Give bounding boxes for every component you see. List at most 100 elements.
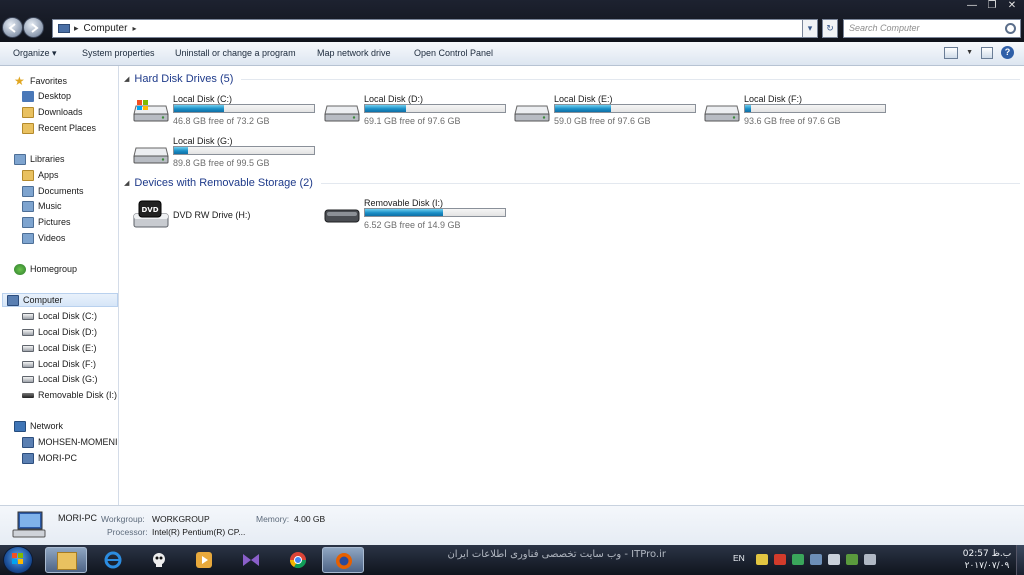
usage-bar-fill xyxy=(365,209,444,216)
organize-button[interactable]: Organize ▾ xyxy=(13,48,57,59)
nav-downloads[interactable]: Downloads xyxy=(22,105,83,119)
nav-local-disk-e[interactable]: Local Disk (E:) xyxy=(22,341,97,355)
drive-tile-local-disk[interactable]: Local Disk (C:) 46.8 GB free of 73.2 GB xyxy=(133,94,319,132)
drive-tile-local-disk[interactable]: Local Disk (D:) 69.1 GB free of 97.6 GB xyxy=(324,94,510,132)
usage-bar-fill xyxy=(174,147,188,154)
nav-local-disk-g[interactable]: Local Disk (G:) xyxy=(22,372,98,386)
nav-network-pc-mohsen[interactable]: MOHSEN-MOMENI xyxy=(22,435,118,449)
change-view-icon[interactable] xyxy=(944,46,959,59)
collapse-icon[interactable]: ◢ xyxy=(124,75,129,83)
open-control-panel-button[interactable]: Open Control Panel xyxy=(414,48,493,58)
start-button[interactable] xyxy=(3,546,33,574)
usb-drive-icon xyxy=(22,392,34,398)
nav-local-disk-f[interactable]: Local Disk (F:) xyxy=(22,357,96,371)
preview-pane-icon[interactable] xyxy=(981,46,993,59)
tray-icon-4[interactable] xyxy=(810,554,822,565)
media-player-icon xyxy=(196,552,212,568)
nav-desktop[interactable]: Desktop xyxy=(22,89,71,103)
pictures-icon xyxy=(22,216,34,228)
map-network-drive-button[interactable]: Map network drive xyxy=(317,48,391,58)
computer-icon xyxy=(7,294,19,306)
tray-icon-2[interactable] xyxy=(774,554,786,565)
nav-libraries[interactable]: Libraries xyxy=(14,152,65,166)
clock[interactable]: 02:57 ب.ظ ۲۰۱۷/۰۷/۰۹ xyxy=(959,548,1015,572)
nav-homegroup[interactable]: Homegroup xyxy=(14,262,77,276)
back-arrow-icon xyxy=(8,23,16,33)
nav-buttons xyxy=(2,17,48,39)
drive-tile-local-disk[interactable]: Local Disk (E:) 59.0 GB free of 97.6 GB xyxy=(514,94,700,132)
breadcrumb-computer[interactable]: Computer xyxy=(84,23,128,34)
taskbar-chrome[interactable] xyxy=(277,547,319,573)
nav-documents[interactable]: Documents xyxy=(22,184,84,198)
nav-music[interactable]: Music xyxy=(22,199,62,213)
tray-icon-3[interactable] xyxy=(792,554,804,565)
taskbar-media-player[interactable] xyxy=(183,547,225,573)
drive-icon xyxy=(22,360,34,368)
nav-recent-places[interactable]: Recent Places xyxy=(22,121,96,135)
view-options-dropdown[interactable]: ▼ xyxy=(966,49,973,56)
group-header-hard-disks[interactable]: ◢ Hard Disk Drives (5) xyxy=(124,73,1020,85)
recent-locations-button[interactable]: ▾ xyxy=(802,19,818,38)
taskbar-explorer[interactable] xyxy=(45,547,87,573)
taskbar-app-3[interactable] xyxy=(138,547,180,573)
tray-icon-1[interactable] xyxy=(756,554,768,565)
hard-drive-icon xyxy=(324,105,360,122)
computer-icon xyxy=(12,511,46,538)
navigation-pane: ★ Favorites Desktop Downloads Recent Plac… xyxy=(0,66,119,505)
taskbar-visual-studio[interactable] xyxy=(230,547,272,573)
nav-local-disk-c[interactable]: Local Disk (C:) xyxy=(22,309,97,323)
drive-tile-dvd-h[interactable]: DVD DVD RW Drive (H:) xyxy=(133,198,319,236)
nav-apps[interactable]: Apps xyxy=(22,168,59,182)
drive-tile-removable-i[interactable]: Removable Disk (I:) 6.52 GB free of 14.9… xyxy=(324,198,510,236)
svg-text:DVD: DVD xyxy=(141,206,158,214)
homegroup-icon xyxy=(14,263,26,275)
maximize-button[interactable]: ❐ xyxy=(982,0,1002,13)
title-bar: ▸ Computer ▸ ▾ ↻ Search Computer — ❐ ✕ xyxy=(0,0,1024,42)
workgroup-value: WORKGROUP xyxy=(152,514,210,524)
command-bar: Organize ▾ System properties Uninstall o… xyxy=(0,42,1024,66)
drive-icon xyxy=(22,312,34,320)
breadcrumb-separator[interactable]: ▸ xyxy=(74,23,79,34)
chrome-icon xyxy=(289,552,307,569)
usage-bar xyxy=(173,104,315,113)
nav-favorites[interactable]: ★ Favorites xyxy=(14,74,67,88)
search-placeholder: Search Computer xyxy=(849,23,920,33)
search-input[interactable]: Search Computer xyxy=(843,19,1021,38)
recent-places-icon xyxy=(22,122,34,134)
taskbar-firefox[interactable] xyxy=(322,547,364,573)
address-bar[interactable]: ▸ Computer ▸ xyxy=(52,19,817,38)
taskbar-internet-explorer[interactable] xyxy=(92,547,134,573)
nav-removable-disk-i[interactable]: Removable Disk (I:) xyxy=(22,388,117,402)
nav-local-disk-d[interactable]: Local Disk (D:) xyxy=(22,325,97,339)
nav-pictures[interactable]: Pictures xyxy=(22,215,71,229)
nav-network[interactable]: Network xyxy=(14,419,63,433)
help-icon[interactable]: ? xyxy=(1001,46,1014,59)
minimize-button[interactable]: — xyxy=(962,0,982,13)
close-button[interactable]: ✕ xyxy=(1002,0,1022,13)
tray-icon-6[interactable] xyxy=(846,554,858,565)
taskbar: ITPro.ir - وب سایت تخصصی فناوری اطلاعات … xyxy=(0,545,1024,575)
nav-videos[interactable]: Videos xyxy=(22,231,65,245)
computer-icon xyxy=(58,24,70,33)
network-tray-icon[interactable] xyxy=(828,554,840,565)
forward-button[interactable] xyxy=(23,17,44,38)
refresh-button[interactable]: ↻ xyxy=(822,19,838,38)
star-icon: ★ xyxy=(14,73,25,88)
show-desktop-button[interactable] xyxy=(1016,545,1024,575)
back-button[interactable] xyxy=(2,17,23,38)
content-pane: ◢ Hard Disk Drives (5) Local Disk (C:) 46… xyxy=(120,66,1024,505)
folder-icon xyxy=(57,552,77,570)
drive-tile-local-disk[interactable]: Local Disk (G:) 89.8 GB free of 99.5 GB xyxy=(133,136,319,174)
details-pane: MORI-PC Workgroup: WORKGROUP Memory: 4.0… xyxy=(0,505,1024,545)
system-properties-button[interactable]: System properties xyxy=(82,48,155,58)
volume-icon[interactable] xyxy=(864,554,876,565)
nav-network-pc-mori[interactable]: MORI-PC xyxy=(22,451,77,465)
collapse-icon[interactable]: ◢ xyxy=(124,179,129,187)
drive-tile-local-disk[interactable]: Local Disk (F:) 93.6 GB free of 97.6 GB xyxy=(704,94,890,132)
breadcrumb-arrow-icon[interactable]: ▸ xyxy=(132,24,136,33)
group-header-removable[interactable]: ◢ Devices with Removable Storage (2) xyxy=(124,177,1020,189)
language-indicator[interactable]: EN xyxy=(733,553,745,563)
uninstall-program-button[interactable]: Uninstall or change a program xyxy=(175,48,296,58)
processor-value: Intel(R) Pentium(R) CP... xyxy=(152,527,246,537)
nav-computer[interactable]: Computer xyxy=(2,293,118,307)
